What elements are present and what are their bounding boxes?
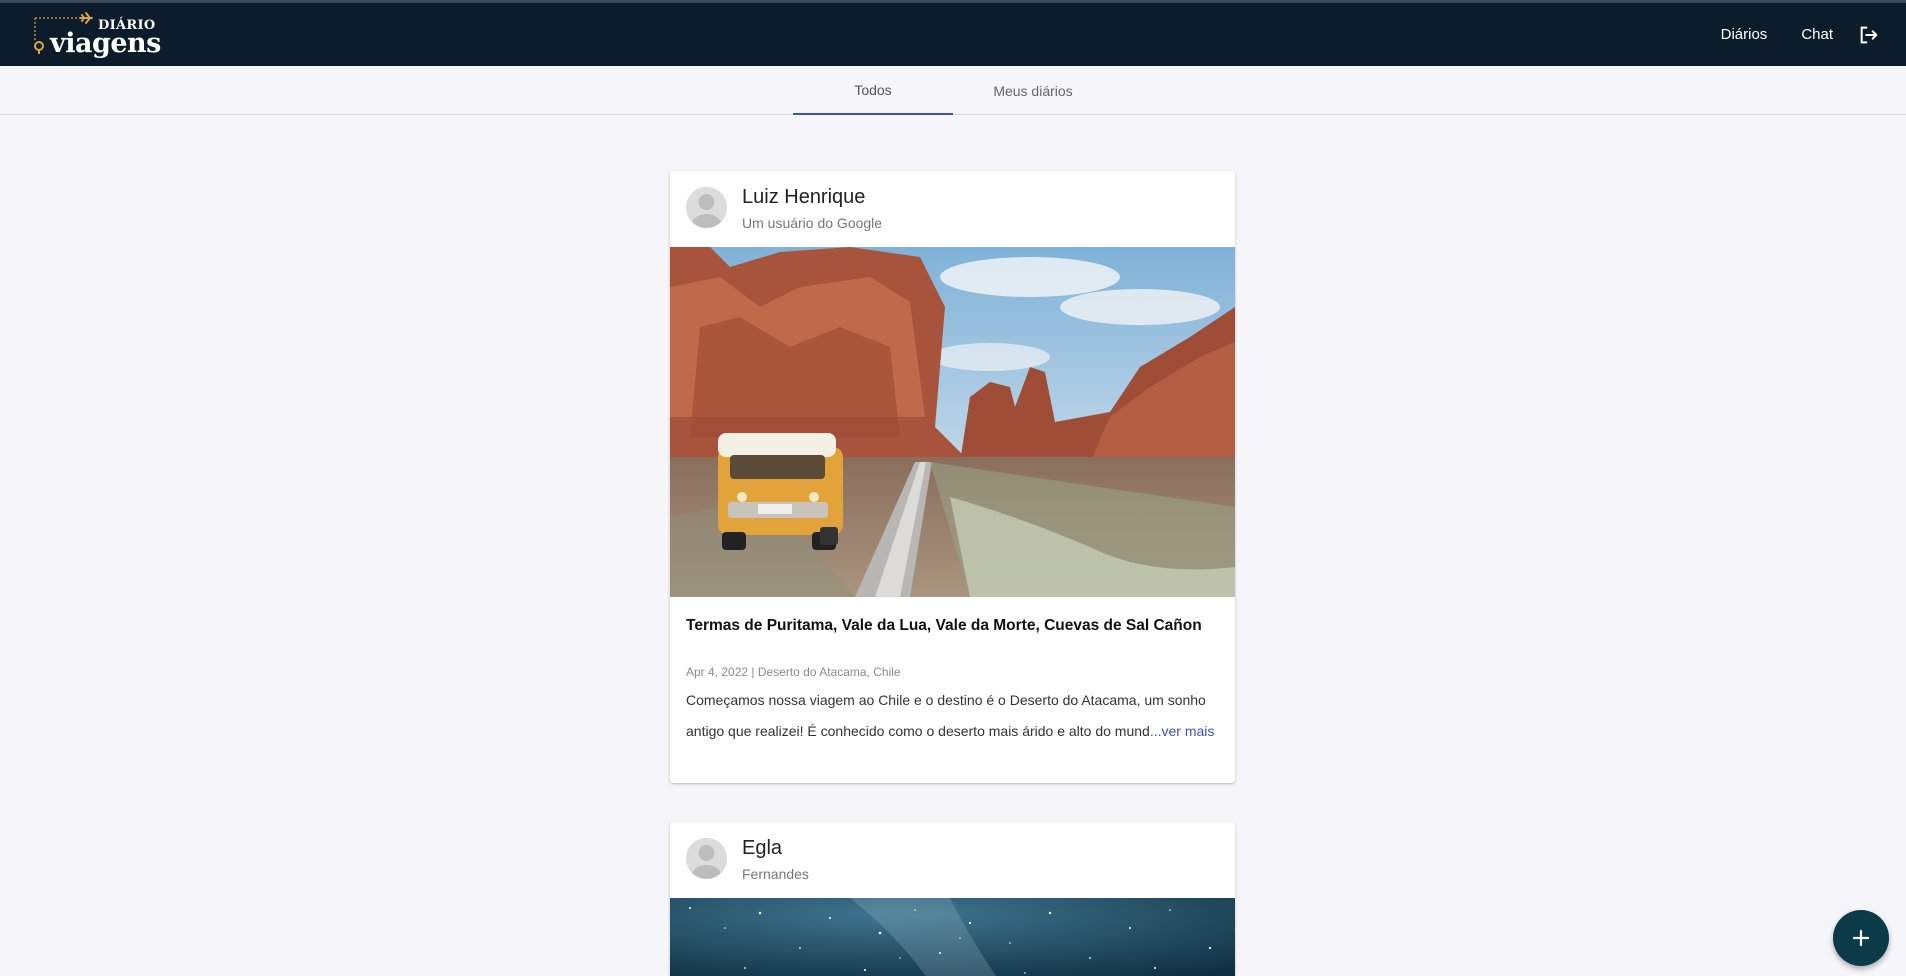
diary-card[interactable]: Luiz Henrique Um usuário do Google Terma…: [670, 171, 1235, 783]
see-more-link[interactable]: ...ver mais: [1150, 723, 1215, 739]
tab-todos[interactable]: Todos: [793, 66, 953, 115]
feed-tabs: Todos Meus diários: [0, 66, 1906, 115]
app-logo[interactable]: DIÁRIO viagens: [30, 8, 161, 62]
post-meta: Apr 4, 2022 | Deserto do Atacama, Chile: [686, 665, 901, 679]
diary-card[interactable]: Egla Fernandes: [670, 822, 1235, 976]
main-nav: Diários Chat: [1704, 22, 1882, 48]
logo-text-viagens: viagens: [50, 27, 161, 59]
post-cover-image: [670, 247, 1235, 597]
nav-link-chat[interactable]: Chat: [1784, 26, 1850, 43]
card-body: Termas de Puritama, Vale da Lua, Vale da…: [670, 597, 1235, 783]
post-cover-image: [670, 898, 1235, 976]
post-excerpt: Começamos nossa viagem ao Chile e o dest…: [686, 685, 1219, 747]
nav-link-diarios[interactable]: Diários: [1704, 26, 1785, 43]
top-navbar: DIÁRIO viagens Diários Chat: [0, 0, 1906, 66]
tab-meus-diarios[interactable]: Meus diários: [953, 66, 1113, 115]
post-excerpt-text: Começamos nossa viagem ao Chile e o dest…: [686, 692, 1206, 739]
post-author: Egla: [742, 837, 783, 859]
post-author: Luiz Henrique: [742, 186, 866, 208]
logout-icon[interactable]: [1856, 22, 1882, 48]
add-diary-button[interactable]: [1833, 910, 1889, 966]
card-header: Luiz Henrique Um usuário do Google: [670, 171, 1235, 247]
post-author-subtitle: Fernandes: [742, 866, 809, 882]
plus-icon: [1852, 929, 1870, 947]
avatar: [686, 187, 727, 228]
avatar: [686, 838, 727, 879]
post-author-subtitle: Um usuário do Google: [742, 215, 883, 231]
post-title: Termas de Puritama, Vale da Lua, Vale da…: [686, 617, 1202, 634]
card-header: Egla Fernandes: [670, 822, 1235, 898]
